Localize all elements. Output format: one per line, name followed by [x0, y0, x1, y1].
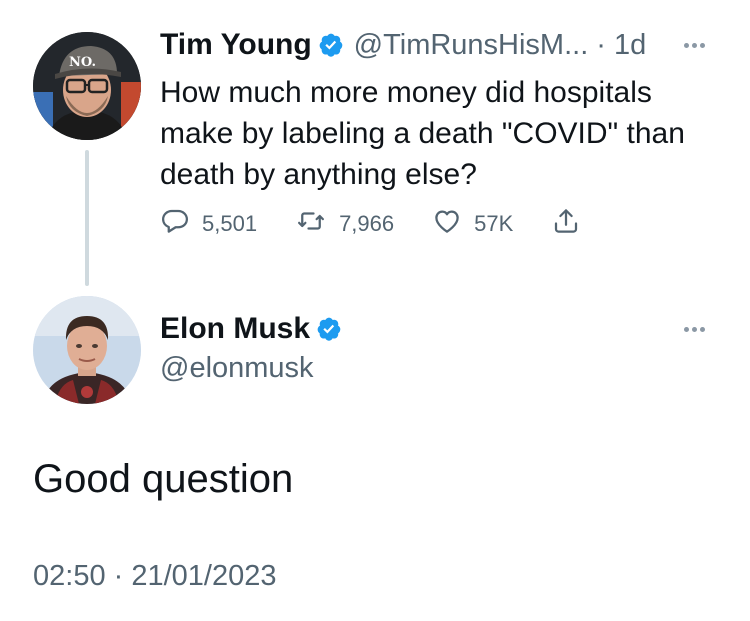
reply-count: 5,501 — [202, 210, 258, 236]
like-count: 57K — [474, 210, 514, 236]
comment-icon — [160, 206, 190, 241]
main-tweet-timestamp[interactable]: 02:50 · 21/01/2023 — [33, 560, 276, 593]
like-button[interactable]: 57K — [432, 206, 513, 241]
reply-more-icon[interactable] — [684, 43, 705, 48]
retweet-button[interactable]: 7,966 — [295, 206, 394, 241]
reply-author-name[interactable]: Tim Young — [160, 28, 312, 62]
reply-button[interactable]: 5,501 — [160, 206, 257, 241]
avatar-tim-young[interactable]: NO. — [33, 32, 141, 140]
avatar-image: NO. — [33, 32, 141, 140]
share-button[interactable] — [551, 206, 581, 241]
share-icon — [551, 206, 581, 241]
reply-action-bar: 5,501 7,966 57K — [160, 206, 619, 241]
avatar-image — [33, 296, 141, 404]
retweet-count: 7,966 — [339, 210, 395, 236]
reply-author-handle[interactable]: @TimRunsHisM... — [354, 29, 589, 62]
thread-connector-line — [85, 150, 89, 286]
cap-text: NO. — [69, 55, 96, 70]
verified-badge-icon — [318, 32, 344, 58]
retweet-icon — [295, 206, 327, 241]
main-header: Elon Musk — [160, 312, 342, 346]
avatar-elon-musk[interactable] — [33, 296, 141, 404]
verified-badge-icon — [316, 316, 342, 342]
main-more-icon[interactable] — [684, 327, 705, 332]
reply-header: Tim Young @TimRunsHisM... · 1d — [160, 28, 646, 62]
reply-tweet-text: How much more money did hospitals make b… — [160, 76, 685, 191]
main-author-name[interactable]: Elon Musk — [160, 312, 310, 346]
reply-time-ago[interactable]: 1d — [614, 29, 646, 62]
heart-icon — [432, 206, 462, 241]
separator-dot: · — [596, 28, 606, 61]
main-author-handle[interactable]: @elonmusk — [160, 352, 314, 385]
main-tweet-text: Good question — [33, 457, 294, 501]
